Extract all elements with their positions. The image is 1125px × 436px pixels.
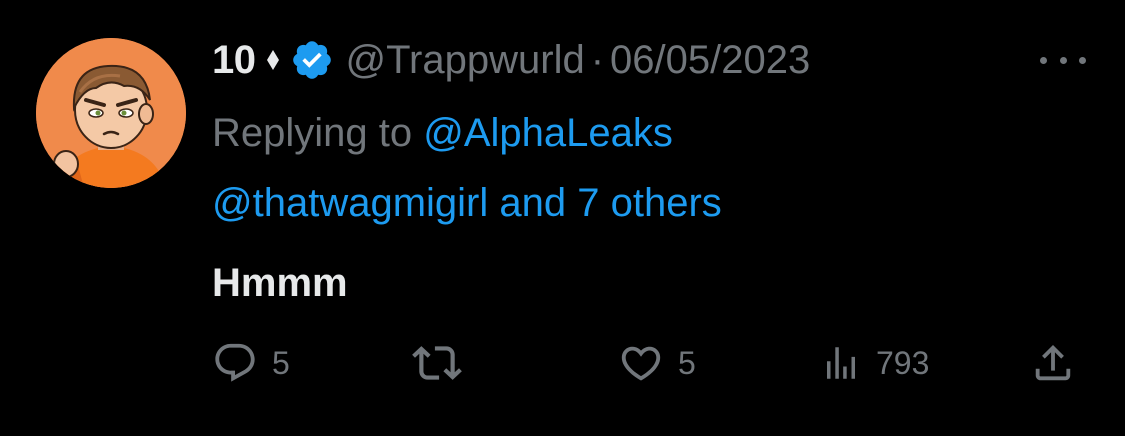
views-count: 793 [876, 344, 930, 381]
mention-link[interactable]: @AlphaLeaks [423, 111, 673, 155]
retweet-button[interactable] [412, 338, 462, 388]
author-handle[interactable]: @Trappwurld [346, 38, 585, 83]
share-icon [1035, 344, 1071, 381]
like-button[interactable]: 5 [618, 338, 696, 388]
replying-to: Replying to @AlphaLeaks [212, 104, 1092, 162]
reply-count: 5 [272, 344, 290, 381]
mention-link[interactable]: @thatwagmigirl [212, 181, 488, 225]
avatar[interactable] [36, 38, 186, 188]
replying-to-label: Replying to [212, 111, 413, 155]
separator: · [590, 37, 605, 82]
analytics-icon [827, 347, 855, 379]
verified-badge-icon[interactable] [290, 38, 334, 82]
others-link[interactable]: and 7 others [499, 181, 721, 225]
share-button[interactable] [1030, 338, 1076, 388]
retweet-icon [412, 346, 462, 380]
action-bar: 5 5 793 [212, 338, 1092, 388]
replying-to-continued: @thatwagmigirl and 7 others [212, 174, 722, 232]
like-count: 5 [678, 344, 696, 381]
display-name[interactable]: 10 [212, 38, 256, 83]
tweet-text: Hmmm [212, 261, 348, 305]
heart-icon [621, 346, 661, 381]
more-options-icon[interactable] [1040, 48, 1086, 72]
reply-icon [215, 343, 255, 382]
tweet-date[interactable]: 06/05/2023 [610, 38, 810, 83]
views-button[interactable]: 793 [820, 338, 929, 388]
tweet-header: 10 @Trappwurld · 06/05/2023 [212, 30, 810, 90]
tweet-card[interactable]: 10 @Trappwurld · 06/05/2023 Replying to … [0, 0, 1125, 436]
diamond-icon [266, 49, 280, 71]
cartoon-avatar-icon [36, 38, 186, 188]
reply-button[interactable]: 5 [212, 338, 290, 388]
